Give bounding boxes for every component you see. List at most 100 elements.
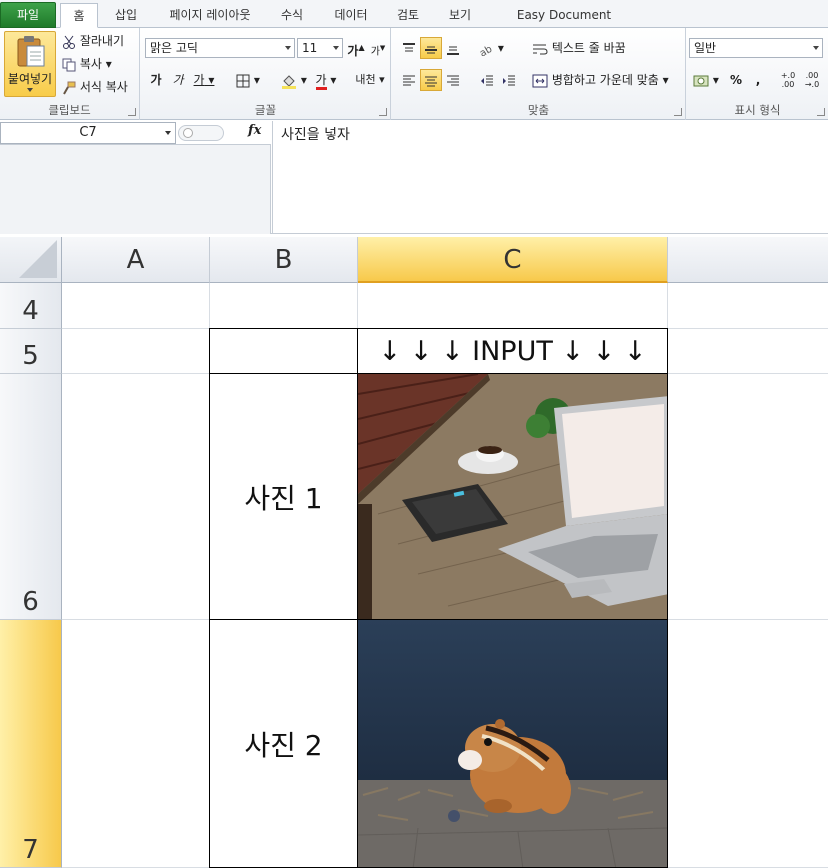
fill-color-button[interactable]: ▾	[279, 69, 309, 91]
alignment-launcher-icon[interactable]	[674, 108, 682, 116]
decrease-indent-button[interactable]	[476, 69, 498, 91]
phonetic-button[interactable]: 내천 ▾	[353, 69, 387, 91]
cell-c4[interactable]	[358, 283, 668, 329]
row-header-6[interactable]: 6	[0, 374, 62, 620]
italic-button[interactable]: 가	[167, 69, 189, 91]
insert-function-button[interactable]: fx	[248, 123, 261, 138]
column-header-a[interactable]: A	[62, 237, 210, 283]
font-color-button[interactable]: 가 ▾	[311, 69, 341, 91]
align-top-button[interactable]	[398, 37, 420, 59]
format-painter-label: 서식 복사	[79, 80, 128, 94]
alignment-group-title: 맞춤	[527, 103, 550, 117]
font-name-combo[interactable]: 맑은 고딕	[145, 38, 295, 58]
circle-icon	[183, 128, 193, 138]
percent-button[interactable]: %	[725, 69, 747, 91]
row-number: 7	[22, 835, 39, 865]
align-top-icon	[403, 42, 415, 51]
cell-b5[interactable]	[209, 328, 358, 374]
paste-button[interactable]: 붙여넣기	[4, 31, 56, 97]
font-size-combo[interactable]: 11	[297, 38, 343, 58]
tab-page-layout[interactable]: 페이지 레이아웃	[160, 3, 260, 28]
italic-glyph: 가	[172, 73, 184, 87]
cell-b4[interactable]	[210, 283, 358, 329]
tab-file[interactable]: 파일	[0, 2, 56, 28]
tab-insert[interactable]: 삽입	[104, 3, 148, 28]
chevron-down-icon	[333, 46, 339, 50]
cell-c7-photo[interactable]	[357, 619, 668, 868]
cell-b6-label[interactable]: 사진 1	[209, 373, 358, 620]
copy-button[interactable]: 복사 ▾	[62, 56, 112, 72]
cell-a5[interactable]	[62, 329, 210, 374]
tab-view[interactable]: 보기	[440, 3, 480, 28]
formula-controls: fx	[178, 123, 270, 143]
scissors-icon	[63, 35, 75, 49]
cell-a6[interactable]	[62, 374, 210, 620]
row-header-5[interactable]: 5	[0, 329, 62, 374]
percent-glyph: %	[729, 73, 743, 87]
name-box-value: C7	[79, 125, 97, 140]
accounting-format-button[interactable]: ▾	[691, 69, 721, 91]
cut-button[interactable]: 잘라내기	[62, 33, 124, 49]
phonetic-glyph: 내천	[355, 73, 376, 86]
align-right-button[interactable]	[442, 69, 464, 91]
font-color-glyph: 가	[315, 73, 327, 90]
align-left-icon	[403, 75, 415, 85]
underline-glyph: 가	[193, 73, 205, 87]
formula-bar: C7 fx 사진을 넣자	[0, 121, 828, 234]
increase-indent-button[interactable]	[498, 69, 520, 91]
merge-center-label: 병합하고 가운데 맞춤	[551, 73, 659, 87]
svg-text:ab: ab	[478, 43, 494, 55]
chevron-down-icon	[285, 46, 291, 50]
tab-formulas[interactable]: 수식	[272, 3, 312, 28]
wrap-text-button[interactable]: 텍스트 줄 바꿈	[532, 40, 626, 56]
cell-c6-photo[interactable]	[357, 373, 668, 620]
increase-decimal-button[interactable]: +.0 .00	[777, 69, 799, 91]
formula-input[interactable]: 사진을 넣자	[272, 121, 828, 234]
border-button[interactable]: ▾	[231, 69, 265, 91]
merge-center-button[interactable]: 병합하고 가운데 맞춤 ▾	[532, 72, 669, 88]
cell-d6[interactable]	[668, 374, 828, 620]
align-center-button[interactable]	[420, 69, 442, 91]
shrink-font-button[interactable]: 가▼	[367, 37, 389, 59]
formula-splitter-handle[interactable]	[178, 125, 224, 141]
number-group-title: 표시 형식	[734, 103, 781, 117]
bold-button[interactable]: 가	[145, 69, 167, 91]
column-header-c[interactable]: C	[358, 237, 668, 283]
column-header-b[interactable]: B	[210, 237, 358, 283]
select-all-corner[interactable]	[0, 237, 62, 283]
comma-button[interactable]: ,	[747, 69, 769, 91]
cell-b7-label[interactable]: 사진 2	[209, 619, 358, 868]
row-number: 5	[22, 341, 39, 371]
cell-c5-input-header[interactable]: ↓ ↓ ↓ INPUT ↓ ↓ ↓	[357, 328, 668, 374]
row-number: 6	[22, 587, 39, 617]
align-middle-button[interactable]	[420, 37, 442, 59]
align-left-button[interactable]	[398, 69, 420, 91]
cell-d5[interactable]	[668, 329, 828, 374]
grow-font-button[interactable]: 가▲	[345, 37, 367, 59]
chevron-down-icon[interactable]	[165, 131, 171, 135]
row-header-4[interactable]: 4	[0, 283, 62, 329]
align-bottom-button[interactable]	[442, 37, 464, 59]
number-launcher-icon[interactable]	[817, 108, 825, 116]
decrease-indent-icon	[481, 75, 493, 85]
row-header-7[interactable]: 7	[0, 620, 62, 868]
tab-easy-document-creator[interactable]: Easy Document Creator	[494, 3, 634, 46]
cell-d7[interactable]	[668, 620, 828, 868]
orientation-button[interactable]: ab ▾	[476, 37, 506, 59]
cell-a4[interactable]	[62, 283, 210, 329]
tab-home[interactable]: 홈	[60, 3, 98, 28]
increase-indent-icon	[503, 75, 515, 85]
paste-dropdown-arrow[interactable]	[27, 88, 33, 92]
decrease-decimal-button[interactable]: .00 →.0	[801, 69, 823, 91]
tab-review[interactable]: 검토	[388, 3, 428, 28]
name-box[interactable]: C7	[0, 122, 176, 144]
cell-d4[interactable]	[668, 283, 828, 329]
underline-button[interactable]: 가 ▾	[189, 69, 219, 91]
format-painter-button[interactable]: 서식 복사	[62, 79, 128, 95]
number-format-combo[interactable]: 일반	[689, 38, 823, 58]
shrink-font-glyph: 가	[370, 46, 380, 58]
font-launcher-icon[interactable]	[379, 108, 387, 116]
clipboard-launcher-icon[interactable]	[128, 108, 136, 116]
cell-a7[interactable]	[62, 620, 210, 868]
tab-data[interactable]: 데이터	[326, 3, 376, 28]
